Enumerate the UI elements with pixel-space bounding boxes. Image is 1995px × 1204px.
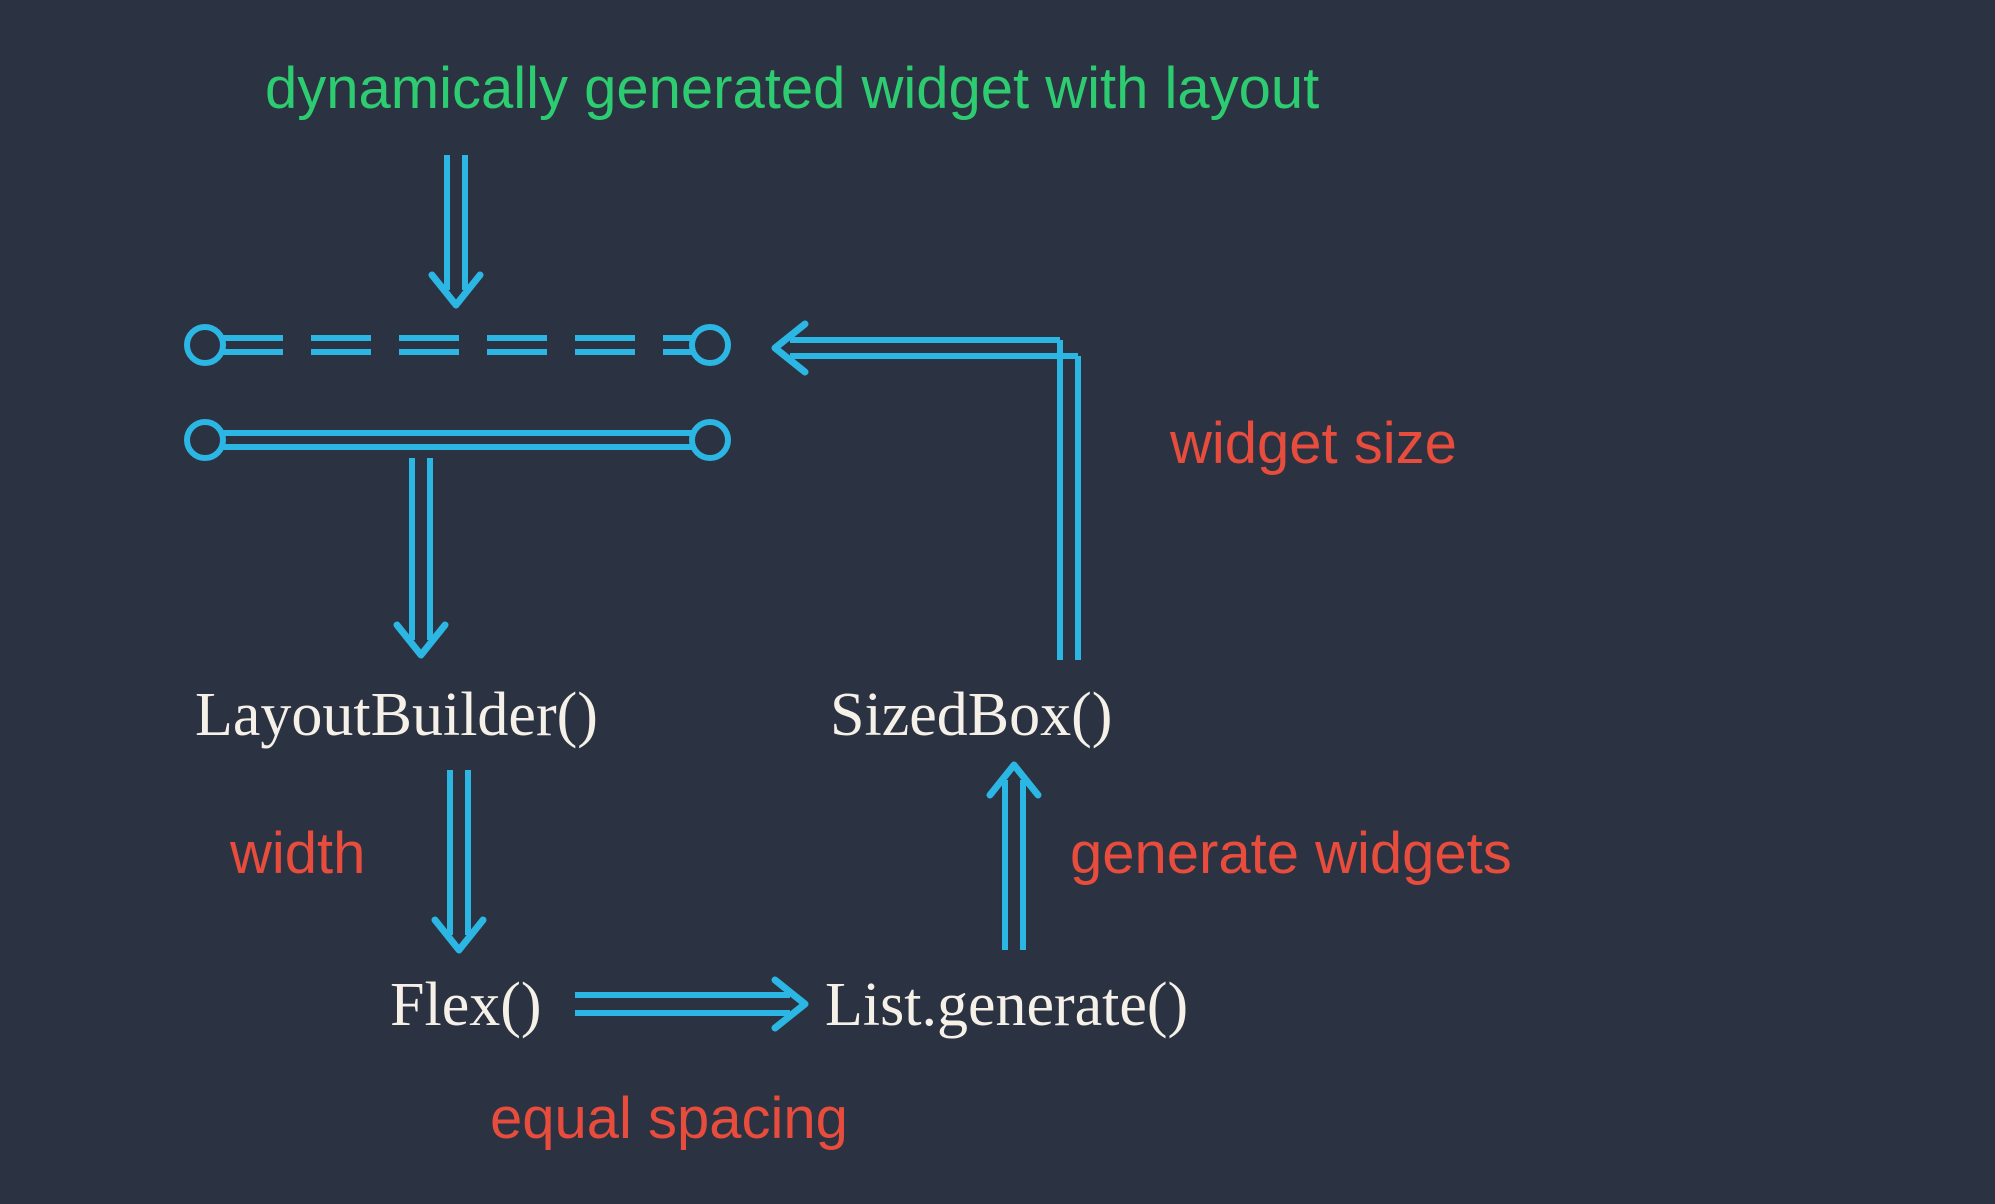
node-sized-box: SizedBox() <box>830 680 1112 751</box>
node-list-generate: List.generate() <box>825 970 1188 1041</box>
edge-label-generate-widgets: generate widgets <box>1070 820 1512 887</box>
arrow-listgenerate-to-sizedbox <box>990 765 1038 950</box>
edge-label-width: width <box>230 820 365 887</box>
edge-label-equal-spacing: equal spacing <box>490 1085 848 1152</box>
arrow-widget-to-layoutbuilder <box>397 458 445 655</box>
arrow-flex-to-listgenerate <box>575 980 805 1028</box>
node-layout-builder: LayoutBuilder() <box>195 680 598 751</box>
diagram-title: dynamically generated widget with layout <box>265 55 1319 122</box>
arrow-layoutbuilder-to-flex <box>435 770 483 950</box>
arrow-title-to-widget <box>432 155 480 305</box>
widget-solid-bar <box>187 422 728 458</box>
widget-dashed-bar <box>187 327 728 363</box>
arrow-sizedbox-to-widget <box>775 324 1078 660</box>
edge-label-widget-size: widget size <box>1170 410 1457 477</box>
node-flex: Flex() <box>390 970 542 1041</box>
